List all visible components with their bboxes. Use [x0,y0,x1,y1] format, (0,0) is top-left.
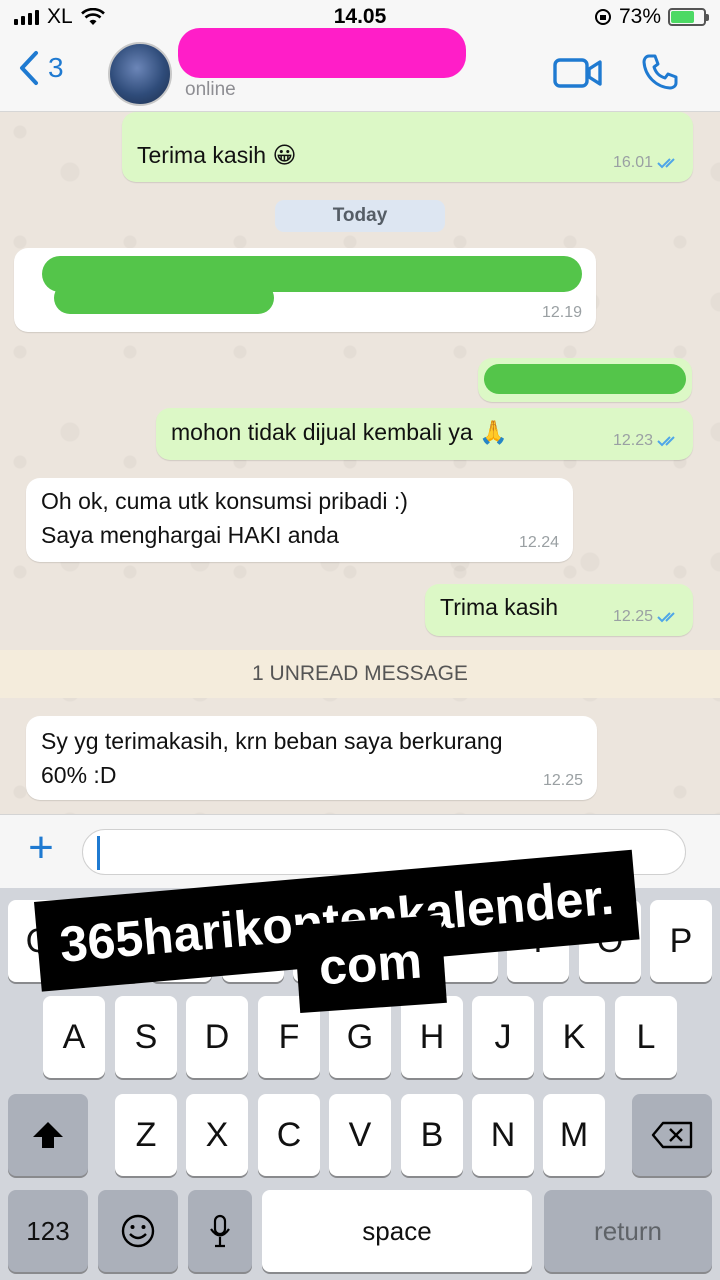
key[interactable]: Z [115,1094,177,1176]
message-text-line: Saya menghargai HAKI anda [41,522,339,548]
watermark: 365harikontenkalender. com [34,844,694,1014]
message-text: Trima kasih [440,594,558,620]
shift-arrow-icon [33,1122,63,1148]
watermark-line: com [294,914,447,1014]
message-meta: 16.01 [613,154,679,172]
return-key[interactable]: return [544,1190,712,1272]
emoji-icon [121,1214,155,1248]
phone-call-icon[interactable] [640,52,680,92]
battery-fill [671,11,695,23]
chat-header: 3 online [0,28,720,112]
message-outgoing[interactable]: Terima kasih 😀 16.01 [122,112,693,182]
message-time: 12.23 [612,432,653,449]
message-time: 12.25 [612,608,653,625]
message-incoming[interactable]: Oh ok, cuma utk konsumsi pribadi :) Saya… [26,478,573,562]
microphone-icon [210,1214,230,1248]
read-ticks-icon [657,436,675,447]
chat-messages[interactable]: Terima kasih 😀 16.01 Today 12.19 mohon t… [0,112,720,814]
back-button[interactable]: 3 [18,50,64,86]
message-time: 12.24 [518,534,559,551]
battery-percent: 73% [618,5,661,28]
message-meta: 12.19 [542,304,582,322]
read-ticks-icon [657,612,675,623]
battery-icon [668,8,709,26]
avatar[interactable] [108,42,172,106]
back-count: 3 [48,52,64,83]
message-text: Terima kasih 😀 [137,142,297,168]
key[interactable]: B [401,1094,463,1176]
message-text-line: Sy yg terimakasih, krn beban saya berkur… [41,728,503,754]
shift-key[interactable] [8,1094,88,1176]
key[interactable]: X [186,1094,248,1176]
message-outgoing-redacted[interactable] [478,358,692,402]
message-incoming[interactable]: Sy yg terimakasih, krn beban saya berkur… [26,716,597,800]
orientation-lock-icon [594,9,611,25]
message-text-line: 60% :D [41,762,117,788]
message-time: 12.19 [541,304,582,321]
message-time: 12.25 [542,772,583,789]
key[interactable]: V [329,1094,391,1176]
numbers-key[interactable]: 123 [8,1190,88,1272]
message-outgoing[interactable]: Trima kasih 12.25 [425,584,693,636]
message-meta: 12.23 [613,432,679,450]
date-separator: Today [275,200,445,232]
space-key[interactable]: space [262,1190,532,1272]
key[interactable]: M [543,1094,605,1176]
unread-separator: 1 UNREAD MESSAGE [0,650,720,698]
message-text-line: Oh ok, cuma utk konsumsi pribadi :) [41,488,408,514]
status-right: 73% [594,5,709,29]
read-ticks-icon [657,158,675,169]
video-call-icon[interactable] [553,56,603,90]
microphone-key[interactable] [188,1190,252,1272]
redaction-mark [484,364,686,394]
message-incoming-redacted[interactable]: 12.19 [14,248,596,332]
emoji-key[interactable] [98,1190,178,1272]
chevron-left-icon [20,51,38,85]
message-text: mohon tidak dijual kembali ya 🙏 [171,419,508,445]
backspace-key[interactable] [632,1094,712,1176]
message-meta: 12.25 [543,772,583,790]
presence-status: online [185,79,236,100]
message-outgoing[interactable]: mohon tidak dijual kembali ya 🙏 12.23 [156,408,693,460]
key[interactable]: C [258,1094,320,1176]
redaction-mark [54,282,274,314]
message-meta: 12.24 [519,534,559,552]
key[interactable]: N [472,1094,534,1176]
backspace-icon [651,1121,693,1149]
contact-name-redacted[interactable] [178,28,466,78]
message-time: 16.01 [612,154,653,171]
message-meta: 12.25 [613,608,679,626]
